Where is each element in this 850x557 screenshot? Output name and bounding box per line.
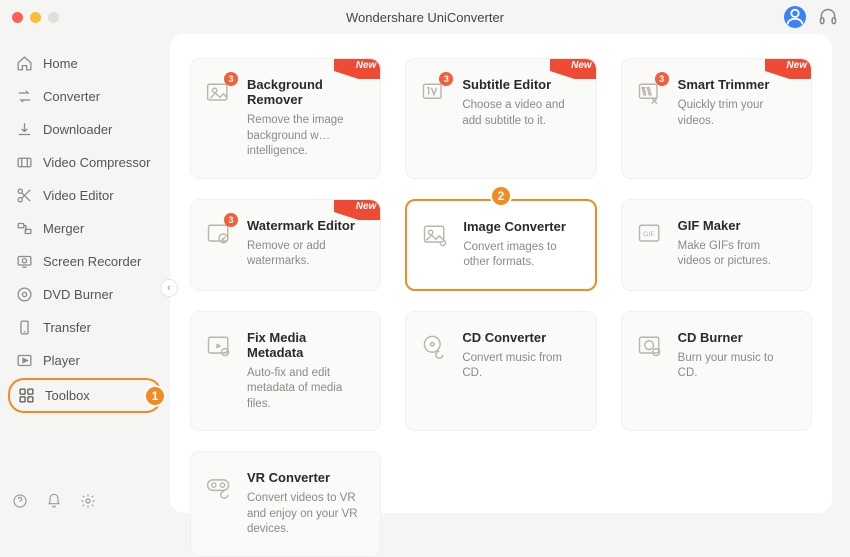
vr-icon bbox=[205, 472, 233, 500]
sidebar-item-video-compressor[interactable]: Video Compressor bbox=[8, 147, 162, 178]
tool-background-remover[interactable]: New 3 Background Remover Remove the imag… bbox=[190, 58, 381, 179]
tool-watermark-editor[interactable]: New 3 Watermark Editor Remove or add wat… bbox=[190, 199, 381, 291]
screen-record-icon bbox=[16, 253, 33, 270]
tool-title: GIF Maker bbox=[678, 218, 795, 233]
titlebar: Wondershare UniConverter bbox=[0, 0, 850, 34]
tool-cd-converter[interactable]: CD Converter Convert music from CD. bbox=[405, 311, 596, 432]
toolbox-icon bbox=[18, 387, 35, 404]
sidebar-item-label: Transfer bbox=[43, 320, 91, 335]
transfer-icon bbox=[16, 319, 33, 336]
window-controls bbox=[12, 12, 59, 23]
tool-description: Remove the image background w… intellige… bbox=[247, 113, 364, 160]
tool-description: Convert videos to VR and enjoy on your V… bbox=[247, 491, 364, 538]
sidebar: Home Converter Downloader Video Compress… bbox=[0, 34, 170, 527]
tool-title: Fix Media Metadata bbox=[247, 330, 364, 360]
tool-cd-burner[interactable]: CD Burner Burn your music to CD. bbox=[621, 311, 812, 432]
sidebar-item-label: Screen Recorder bbox=[43, 254, 141, 269]
sidebar-item-video-editor[interactable]: Video Editor bbox=[8, 180, 162, 211]
collapse-sidebar-button[interactable]: ‹ bbox=[160, 279, 178, 297]
tool-title: VR Converter bbox=[247, 470, 364, 485]
sidebar-item-label: Merger bbox=[43, 221, 84, 236]
sidebar-item-screen-recorder[interactable]: Screen Recorder bbox=[8, 246, 162, 277]
compress-icon bbox=[16, 154, 33, 171]
sidebar-item-player[interactable]: Player bbox=[8, 345, 162, 376]
play-icon bbox=[16, 352, 33, 369]
sidebar-item-label: Downloader bbox=[43, 122, 112, 137]
tool-title: Image Converter bbox=[463, 219, 578, 234]
converter-icon bbox=[16, 88, 33, 105]
download-icon bbox=[16, 121, 33, 138]
tool-title: CD Converter bbox=[462, 330, 579, 345]
annotation-2: 2 bbox=[490, 185, 512, 207]
minimize-window-button[interactable] bbox=[30, 12, 41, 23]
sidebar-item-dvd-burner[interactable]: DVD Burner bbox=[8, 279, 162, 310]
main-panel: ‹ New 3 Background Remover Remove the im… bbox=[170, 34, 850, 527]
notification-badge: 3 bbox=[224, 72, 238, 86]
tool-grid: New 3 Background Remover Remove the imag… bbox=[190, 58, 812, 557]
new-badge: New bbox=[334, 59, 380, 79]
tool-description: Burn your music to CD. bbox=[678, 351, 795, 382]
sidebar-item-label: DVD Burner bbox=[43, 287, 113, 302]
tool-description: Remove or add watermarks. bbox=[247, 239, 364, 270]
metadata-icon bbox=[205, 332, 233, 360]
new-badge: New bbox=[765, 59, 811, 79]
notification-badge: 3 bbox=[224, 213, 238, 227]
close-window-button[interactable] bbox=[12, 12, 23, 23]
tool-title: Background Remover bbox=[247, 77, 364, 107]
maximize-window-button[interactable] bbox=[48, 12, 59, 23]
tool-description: Make GIFs from videos or pictures. bbox=[678, 239, 795, 270]
bell-icon[interactable] bbox=[46, 493, 62, 509]
home-icon bbox=[16, 55, 33, 72]
disc-icon bbox=[16, 286, 33, 303]
tool-smart-trimmer[interactable]: New 3 Smart Trimmer Quickly trim your vi… bbox=[621, 58, 812, 179]
tool-description: Auto-fix and edit metadata of media file… bbox=[247, 366, 364, 413]
tool-title: Watermark Editor bbox=[247, 218, 364, 233]
sidebar-item-downloader[interactable]: Downloader bbox=[8, 114, 162, 145]
tool-description: Choose a video and add subtitle to it. bbox=[462, 98, 579, 129]
help-icon[interactable] bbox=[12, 493, 28, 509]
image-converter-icon bbox=[421, 221, 449, 249]
notification-badge: 3 bbox=[439, 72, 453, 86]
svg-text:GIF: GIF bbox=[643, 231, 655, 238]
user-icon bbox=[784, 6, 806, 28]
sidebar-item-label: Video Compressor bbox=[43, 155, 150, 170]
notification-badge: 3 bbox=[655, 72, 669, 86]
sidebar-item-transfer[interactable]: Transfer bbox=[8, 312, 162, 343]
sidebar-item-label: Toolbox bbox=[45, 388, 90, 403]
sidebar-item-label: Video Editor bbox=[43, 188, 114, 203]
user-avatar[interactable] bbox=[784, 6, 806, 28]
tool-gif-maker[interactable]: GIF GIF Maker Make GIFs from videos or p… bbox=[621, 199, 812, 291]
tool-fix-media-metadata[interactable]: Fix Media Metadata Auto-fix and edit met… bbox=[190, 311, 381, 432]
support-icon[interactable] bbox=[818, 7, 838, 27]
tool-image-converter[interactable]: Image Converter Convert images to other … bbox=[405, 199, 596, 291]
sidebar-item-merger[interactable]: Merger bbox=[8, 213, 162, 244]
settings-icon[interactable] bbox=[80, 493, 96, 509]
tool-description: Quickly trim your videos. bbox=[678, 98, 795, 129]
new-badge: New bbox=[550, 59, 596, 79]
tool-title: Subtitle Editor bbox=[462, 77, 579, 92]
cd-burn-icon bbox=[636, 332, 664, 360]
annotation-1: 1 bbox=[144, 385, 166, 407]
sidebar-item-label: Converter bbox=[43, 89, 100, 104]
tool-title: CD Burner bbox=[678, 330, 795, 345]
app-title: Wondershare UniConverter bbox=[0, 10, 850, 25]
sidebar-item-converter[interactable]: Converter bbox=[8, 81, 162, 112]
tool-description: Convert music from CD. bbox=[462, 351, 579, 382]
new-badge: New bbox=[334, 200, 380, 220]
tool-description: Convert images to other formats. bbox=[463, 240, 578, 271]
merge-icon bbox=[16, 220, 33, 237]
tool-title: Smart Trimmer bbox=[678, 77, 795, 92]
tool-vr-converter[interactable]: VR Converter Convert videos to VR and en… bbox=[190, 451, 381, 557]
sidebar-item-home[interactable]: Home bbox=[8, 48, 162, 79]
cd-convert-icon bbox=[420, 332, 448, 360]
tool-subtitle-editor[interactable]: New 3 Subtitle Editor Choose a video and… bbox=[405, 58, 596, 179]
gif-icon: GIF bbox=[636, 220, 664, 248]
sidebar-item-label: Home bbox=[43, 56, 78, 71]
sidebar-item-toolbox[interactable]: Toolbox 1 bbox=[8, 378, 162, 413]
scissors-icon bbox=[16, 187, 33, 204]
sidebar-item-label: Player bbox=[43, 353, 80, 368]
